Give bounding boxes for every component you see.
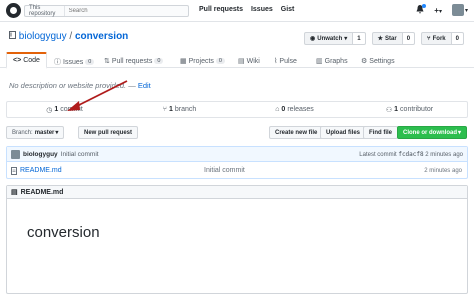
file-table: biologyguy Initial commit Latest commit … — [6, 146, 468, 179]
issues-count: 0 — [85, 59, 95, 65]
watch-count[interactable]: 1 — [353, 32, 366, 45]
contributors-label: contributor — [400, 106, 434, 113]
branches-summary[interactable]: ⑂ 1 branch — [122, 102, 237, 117]
clone-caret-icon: ▾ — [458, 130, 462, 136]
book-icon: ▤ — [11, 189, 18, 196]
commits-summary[interactable]: ◷ 1 commit — [7, 102, 122, 117]
branch-icon: ⑂ — [162, 106, 167, 113]
fork-count[interactable]: 0 — [451, 32, 464, 45]
tag-icon: ⌂ — [275, 106, 280, 113]
gear-icon: ⚙ — [361, 58, 368, 65]
description-text: No description or website provided. — [9, 81, 127, 90]
search-scope-label: This repository — [25, 5, 65, 17]
projects-count: 0 — [215, 58, 225, 64]
repo-owner-link[interactable]: biologyguy — [19, 31, 67, 42]
edit-description-link[interactable]: Edit — [138, 81, 151, 90]
repo-name-link[interactable]: conversion — [75, 31, 128, 42]
nav-gist[interactable]: Gist — [281, 6, 295, 13]
github-logo-icon[interactable] — [6, 3, 21, 18]
global-header: This repository Pull requests Issues Gis… — [0, 0, 474, 22]
unwatch-button[interactable]: ◉ Unwatch ▾ — [304, 32, 354, 45]
tab-pulse[interactable]: ⌇ Pulse — [274, 57, 297, 66]
readme-heading: conversion — [27, 224, 100, 241]
commit-author-link[interactable]: biologyguy — [23, 151, 58, 158]
search-input[interactable] — [64, 8, 188, 14]
latest-commit-info: Latest commit fcdacf8 2 minutes ago — [359, 150, 463, 158]
tab-pull-requests[interactable]: ⇅ Pull requests 0 — [104, 57, 164, 65]
star-icon: ★ — [377, 36, 384, 42]
create-new-icon[interactable]: +▾ — [434, 6, 442, 15]
find-file-button[interactable]: Find file — [363, 126, 398, 139]
tab-settings[interactable]: ⚙ Settings — [361, 57, 395, 66]
description-dash: — — [126, 81, 138, 90]
repo-icon — [9, 31, 16, 39]
branch-caret-icon: ▾ — [55, 130, 59, 136]
file-age: 2 minutes ago — [424, 167, 462, 174]
organization-icon: ⚇ — [385, 106, 393, 114]
file-name-link[interactable]: README.md — [20, 167, 62, 174]
star-count[interactable]: 0 — [402, 32, 416, 45]
repo-tabs: <> Code ⓘ Issues 0 ⇅ Pull requests 0 ▦ Project… — [0, 52, 474, 69]
repo-title: biologyguy / conversion — [9, 31, 128, 42]
commit-message[interactable]: Initial commit — [61, 151, 99, 158]
contributors-count: 1 — [394, 106, 399, 113]
releases-summary[interactable]: ⌂ 0 releases — [237, 102, 352, 117]
tab-code[interactable]: <> Code — [6, 52, 47, 69]
project-icon: ▦ — [180, 58, 187, 65]
readme-title: README.md — [20, 188, 64, 196]
nav-issues[interactable]: Issues — [251, 6, 273, 13]
commit-age: 2 minutes ago — [425, 151, 463, 158]
book-icon: ▤ — [238, 58, 245, 65]
create-new-file-button[interactable]: Create new file — [269, 126, 324, 139]
user-avatar[interactable] — [451, 4, 464, 16]
file-text-icon — [11, 166, 17, 175]
new-pull-request-button[interactable]: New pull request — [78, 126, 139, 139]
repo-description: No description or website provided. — Ed… — [9, 81, 151, 90]
pull-request-icon: ⇅ — [104, 58, 110, 65]
user-menu-area: +▾ ▾ — [416, 3, 468, 16]
notifications-bell-icon[interactable] — [416, 3, 427, 16]
graph-icon: ▥ — [316, 58, 323, 65]
tab-projects[interactable]: ▦ Projects 0 — [180, 57, 225, 65]
eye-icon: ◉ — [310, 36, 316, 42]
commits-label: commit — [60, 106, 83, 113]
fork-button[interactable]: ⑂ Fork — [421, 32, 452, 45]
table-row: README.md Initial commit 2 minutes ago — [7, 162, 467, 179]
tab-wiki[interactable]: ▤ Wiki — [238, 57, 260, 66]
readme-header: ▤ README.md — [7, 186, 467, 199]
avatar-caret-icon[interactable]: ▾ — [465, 7, 468, 14]
releases-count: 0 — [281, 106, 286, 113]
contributors-summary[interactable]: ⚇ 1 contributor — [352, 102, 467, 117]
upload-files-button[interactable]: Upload files — [320, 126, 367, 139]
search-box[interactable]: This repository — [24, 5, 189, 17]
clone-or-download-button[interactable]: Clone or download ▾ — [397, 126, 468, 139]
top-nav: Pull requests Issues Gist — [199, 6, 294, 13]
tab-issues[interactable]: ⓘ Issues 0 — [54, 57, 95, 67]
commits-count: 1 — [54, 106, 59, 113]
issue-opened-icon: ⓘ — [54, 59, 61, 66]
file-commit-message[interactable]: Initial commit — [204, 167, 245, 174]
repo-actions: ◉ Unwatch ▾ 1 ★ Star 0 ⑂ Fork 0 — [304, 32, 464, 45]
nav-pull-requests[interactable]: Pull requests — [199, 6, 243, 13]
history-icon: ◷ — [46, 106, 53, 114]
fork-icon: ⑂ — [427, 35, 431, 42]
numbers-summary: ◷ 1 commit ⑂ 1 branch ⌂ 0 releases ⚇ 1 contribut… — [6, 101, 468, 118]
releases-label: releases — [287, 106, 314, 113]
commit-sha-link[interactable]: fcdacf8 — [398, 151, 423, 158]
branches-count: 1 — [168, 106, 173, 113]
latest-commit-bar: biologyguy Initial commit Latest commit … — [7, 147, 467, 162]
readme-box: ▤ README.md conversion — [6, 185, 468, 294]
file-navigation: Branch: master ▾ New pull request Create n… — [6, 126, 468, 140]
tab-graphs[interactable]: ▥ Graphs — [316, 57, 348, 66]
repo-separator: / — [66, 31, 75, 42]
code-icon: <> — [13, 57, 22, 64]
branches-label: branch — [174, 106, 197, 113]
notification-dot — [422, 3, 427, 8]
pulls-count: 0 — [154, 58, 164, 64]
star-button[interactable]: ★ Star — [371, 32, 403, 45]
pulse-icon: ⌇ — [274, 58, 278, 65]
committer-avatar[interactable] — [11, 149, 20, 159]
branch-select-button[interactable]: Branch: master ▾ — [6, 126, 65, 139]
